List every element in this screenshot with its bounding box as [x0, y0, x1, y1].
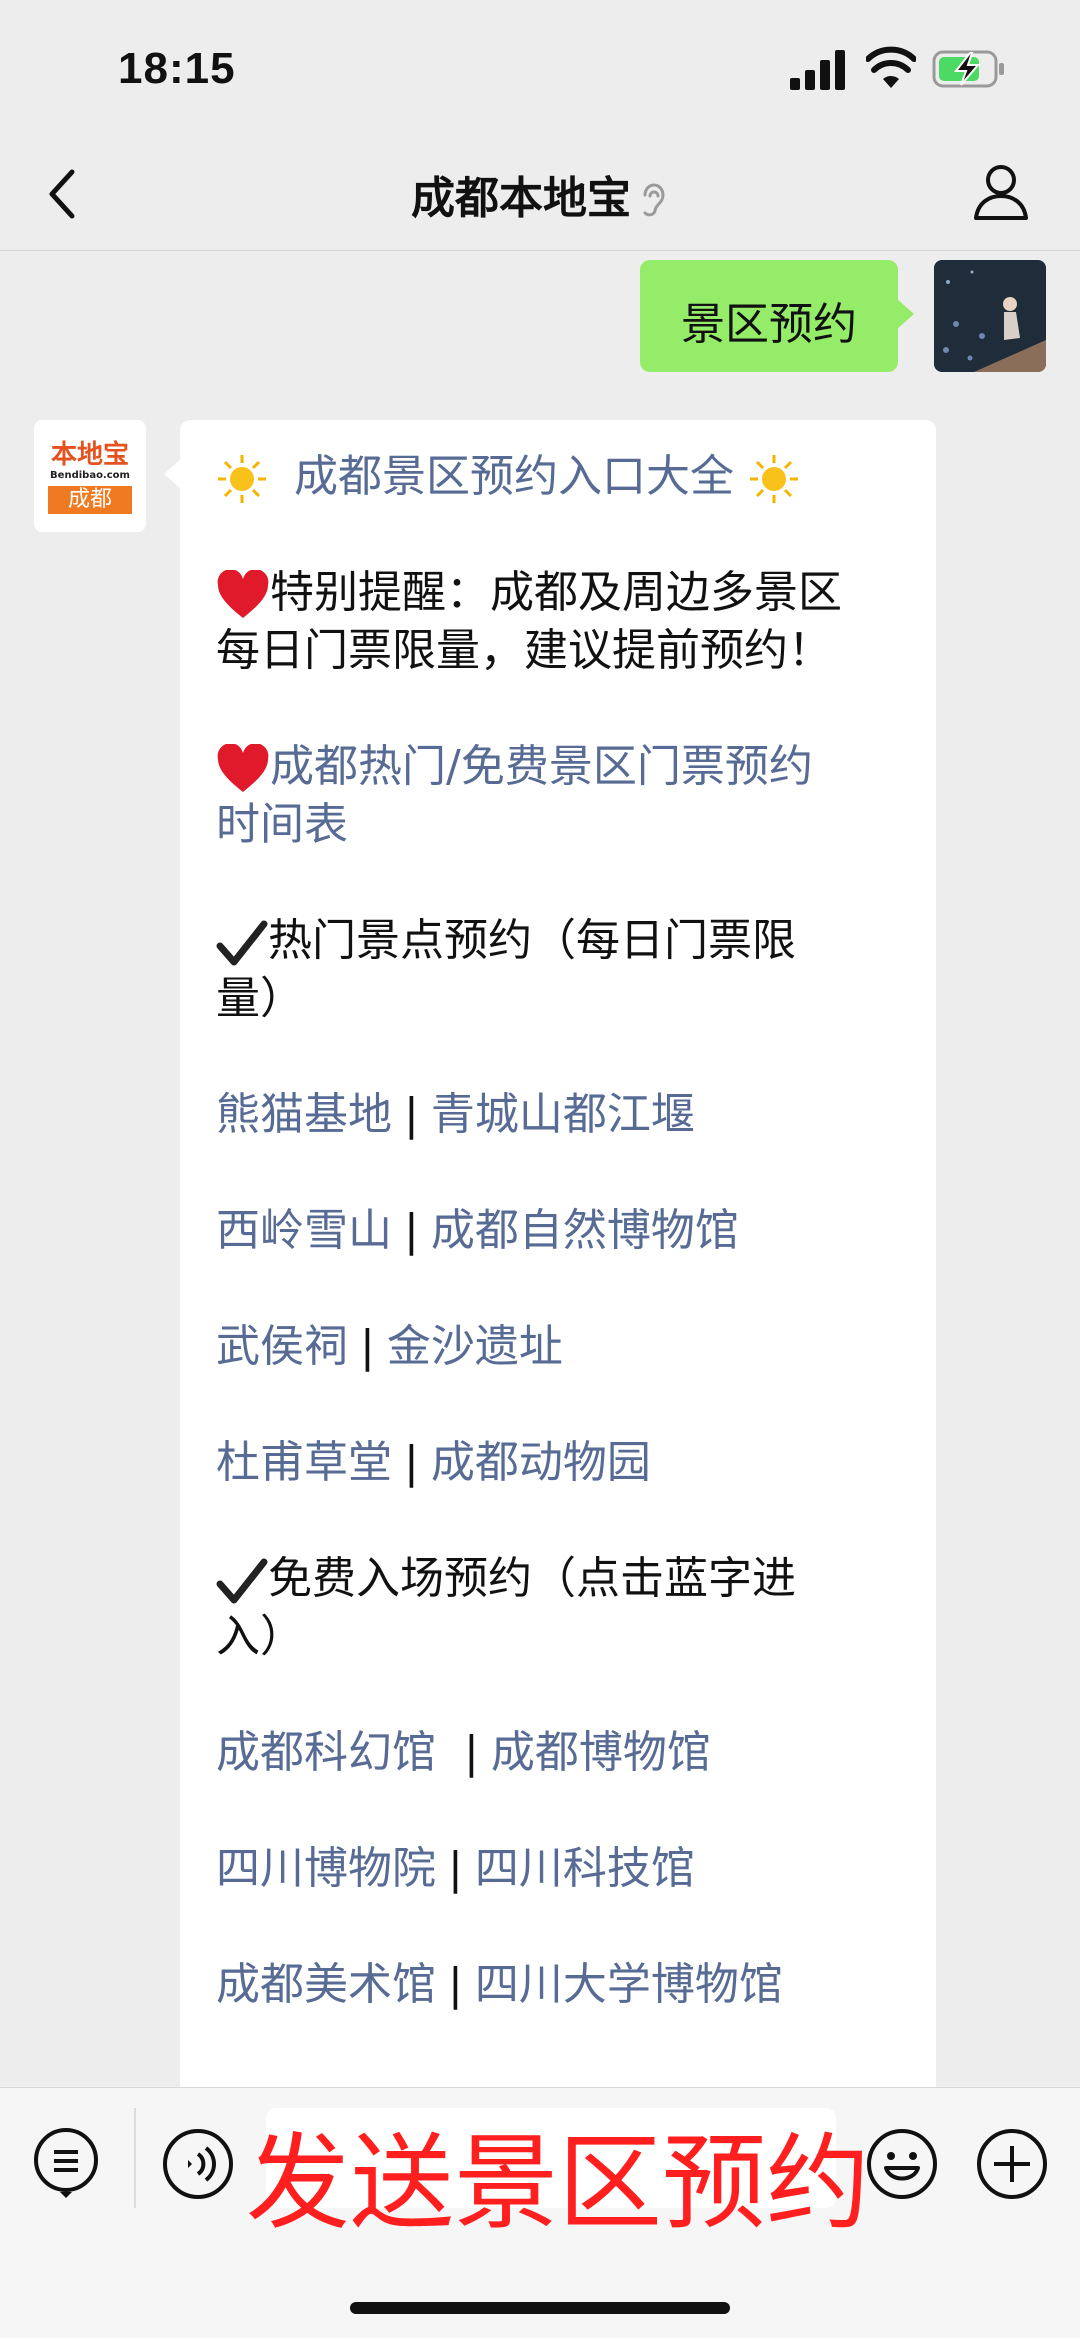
hot-section-text: 热门景点预约（每日门票限: [268, 915, 796, 966]
separator: |: [464, 1727, 479, 1778]
free-section-line-2: 入）: [216, 1611, 304, 1662]
separator: |: [404, 1437, 419, 1488]
chat-input-bar: 发送景区预约: [0, 2087, 1080, 2338]
hot-links-row: 西岭雪山 | 成都自然博物馆: [216, 1202, 739, 1260]
reply-headline: 成都景区预约入口大全: [216, 448, 800, 506]
reply-message-bubble: 成都景区预约入口大全 特别提醒：成都及周边多景区 每日门票限量，建议提前预约！ …: [164, 420, 936, 2120]
wifi-icon: [866, 46, 916, 88]
sent-message-bubble[interactable]: 景区预约: [640, 260, 914, 372]
timetable-line-1: 成都热门/免费景区门票预约: [216, 738, 813, 796]
check-icon: [216, 920, 268, 966]
free-section-line-1: 免费入场预约（点击蓝字进: [216, 1550, 796, 1608]
person-icon[interactable]: [972, 162, 1030, 220]
free-links-row: 四川博物院 | 四川科技馆: [216, 1840, 695, 1898]
link-qingchengshan[interactable]: 青城山都江堰: [431, 1089, 695, 1140]
check-icon: [216, 1558, 268, 1604]
overlay-caption: 发送景区预约: [246, 2122, 871, 2244]
free-links-row: 成都科幻馆 | 成都博物馆: [216, 1724, 711, 1782]
notice-line-2: 每日门票限量，建议提前预约！: [216, 625, 832, 676]
user-avatar-image: [934, 260, 1046, 372]
link-sichuan-museum[interactable]: 四川博物院: [216, 1843, 436, 1894]
avatar-logo-text: 本地宝: [50, 440, 129, 470]
heart-icon: [217, 570, 269, 618]
hot-links-row: 武侯祠 | 金沙遗址: [216, 1318, 563, 1376]
link-wuhou-shrine[interactable]: 武侯祠: [216, 1321, 348, 1372]
link-sichuan-university-museum[interactable]: 四川大学博物馆: [475, 1959, 783, 2010]
menu-list-icon[interactable]: [30, 2128, 102, 2200]
notice-line-1: 特别提醒：成都及周边多景区: [216, 564, 842, 622]
separator: |: [404, 1205, 419, 1256]
notice-text-1: 特别提醒：成都及周边多景区: [270, 567, 842, 618]
chat-title-text: 成都本地宝: [411, 173, 631, 224]
free-links-row: 成都美术馆 | 四川大学博物馆: [216, 1956, 783, 2014]
heart-icon: [217, 744, 269, 792]
hot-links-row: 杜甫草堂 | 成都动物园: [216, 1434, 651, 1492]
link-dufu-cottage[interactable]: 杜甫草堂: [216, 1437, 392, 1488]
link-sichuan-sci-tech-museum[interactable]: 四川科技馆: [475, 1843, 695, 1894]
battery-charging-icon: [932, 50, 1004, 88]
ear-icon: [643, 183, 665, 217]
link-art-museum[interactable]: 成都美术馆: [216, 1959, 436, 2010]
sun-icon: [750, 455, 798, 503]
emoji-icon[interactable]: [866, 2128, 938, 2200]
hot-section-line-2: 量）: [216, 973, 304, 1024]
plus-icon[interactable]: [976, 2128, 1048, 2200]
headline-link[interactable]: 成都景区预约入口大全: [294, 451, 734, 502]
sent-message-text: 景区预约: [681, 299, 857, 350]
link-jinsha-site[interactable]: 金沙遗址: [387, 1321, 563, 1372]
status-bar: 18:15: [0, 0, 1080, 140]
separator: |: [448, 1959, 463, 2010]
link-sci-fi-museum[interactable]: 成都科幻馆: [216, 1727, 436, 1778]
chat-title: 成都本地宝: [0, 162, 1080, 226]
separator: |: [404, 1089, 419, 1140]
hot-section-line-1: 热门景点预约（每日门票限: [216, 912, 796, 970]
avatar-logo-domain: Bendibao.com: [50, 470, 130, 481]
timetable-link-cont[interactable]: 时间表: [216, 796, 348, 854]
timetable-link[interactable]: 成都热门/免费景区门票预约: [270, 741, 813, 792]
voice-icon[interactable]: [162, 2128, 234, 2200]
bar-divider: [134, 2108, 136, 2208]
link-chengdu-zoo[interactable]: 成都动物园: [431, 1437, 651, 1488]
separator: |: [448, 1843, 463, 1894]
hot-links-row: 熊猫基地 | 青城山都江堰: [216, 1086, 695, 1144]
home-indicator[interactable]: [350, 2302, 730, 2314]
official-account-avatar[interactable]: 本地宝 Bendibao.com 成都: [34, 420, 146, 532]
signal-icon: [790, 50, 845, 90]
link-chengdu-museum[interactable]: 成都博物馆: [491, 1727, 711, 1778]
avatar-logo-city: 成都: [48, 486, 132, 514]
separator: |: [360, 1321, 375, 1372]
status-time: 18:15: [118, 44, 236, 93]
free-section-text: 免费入场预约（点击蓝字进: [268, 1553, 796, 1604]
nav-bar: 成都本地宝: [0, 140, 1080, 251]
sun-icon: [218, 455, 266, 503]
link-xiling-snow-mountain[interactable]: 西岭雪山: [216, 1205, 392, 1256]
link-panda-base[interactable]: 熊猫基地: [216, 1089, 392, 1140]
link-natural-history-museum[interactable]: 成都自然博物馆: [431, 1205, 739, 1256]
user-avatar[interactable]: [934, 260, 1046, 372]
